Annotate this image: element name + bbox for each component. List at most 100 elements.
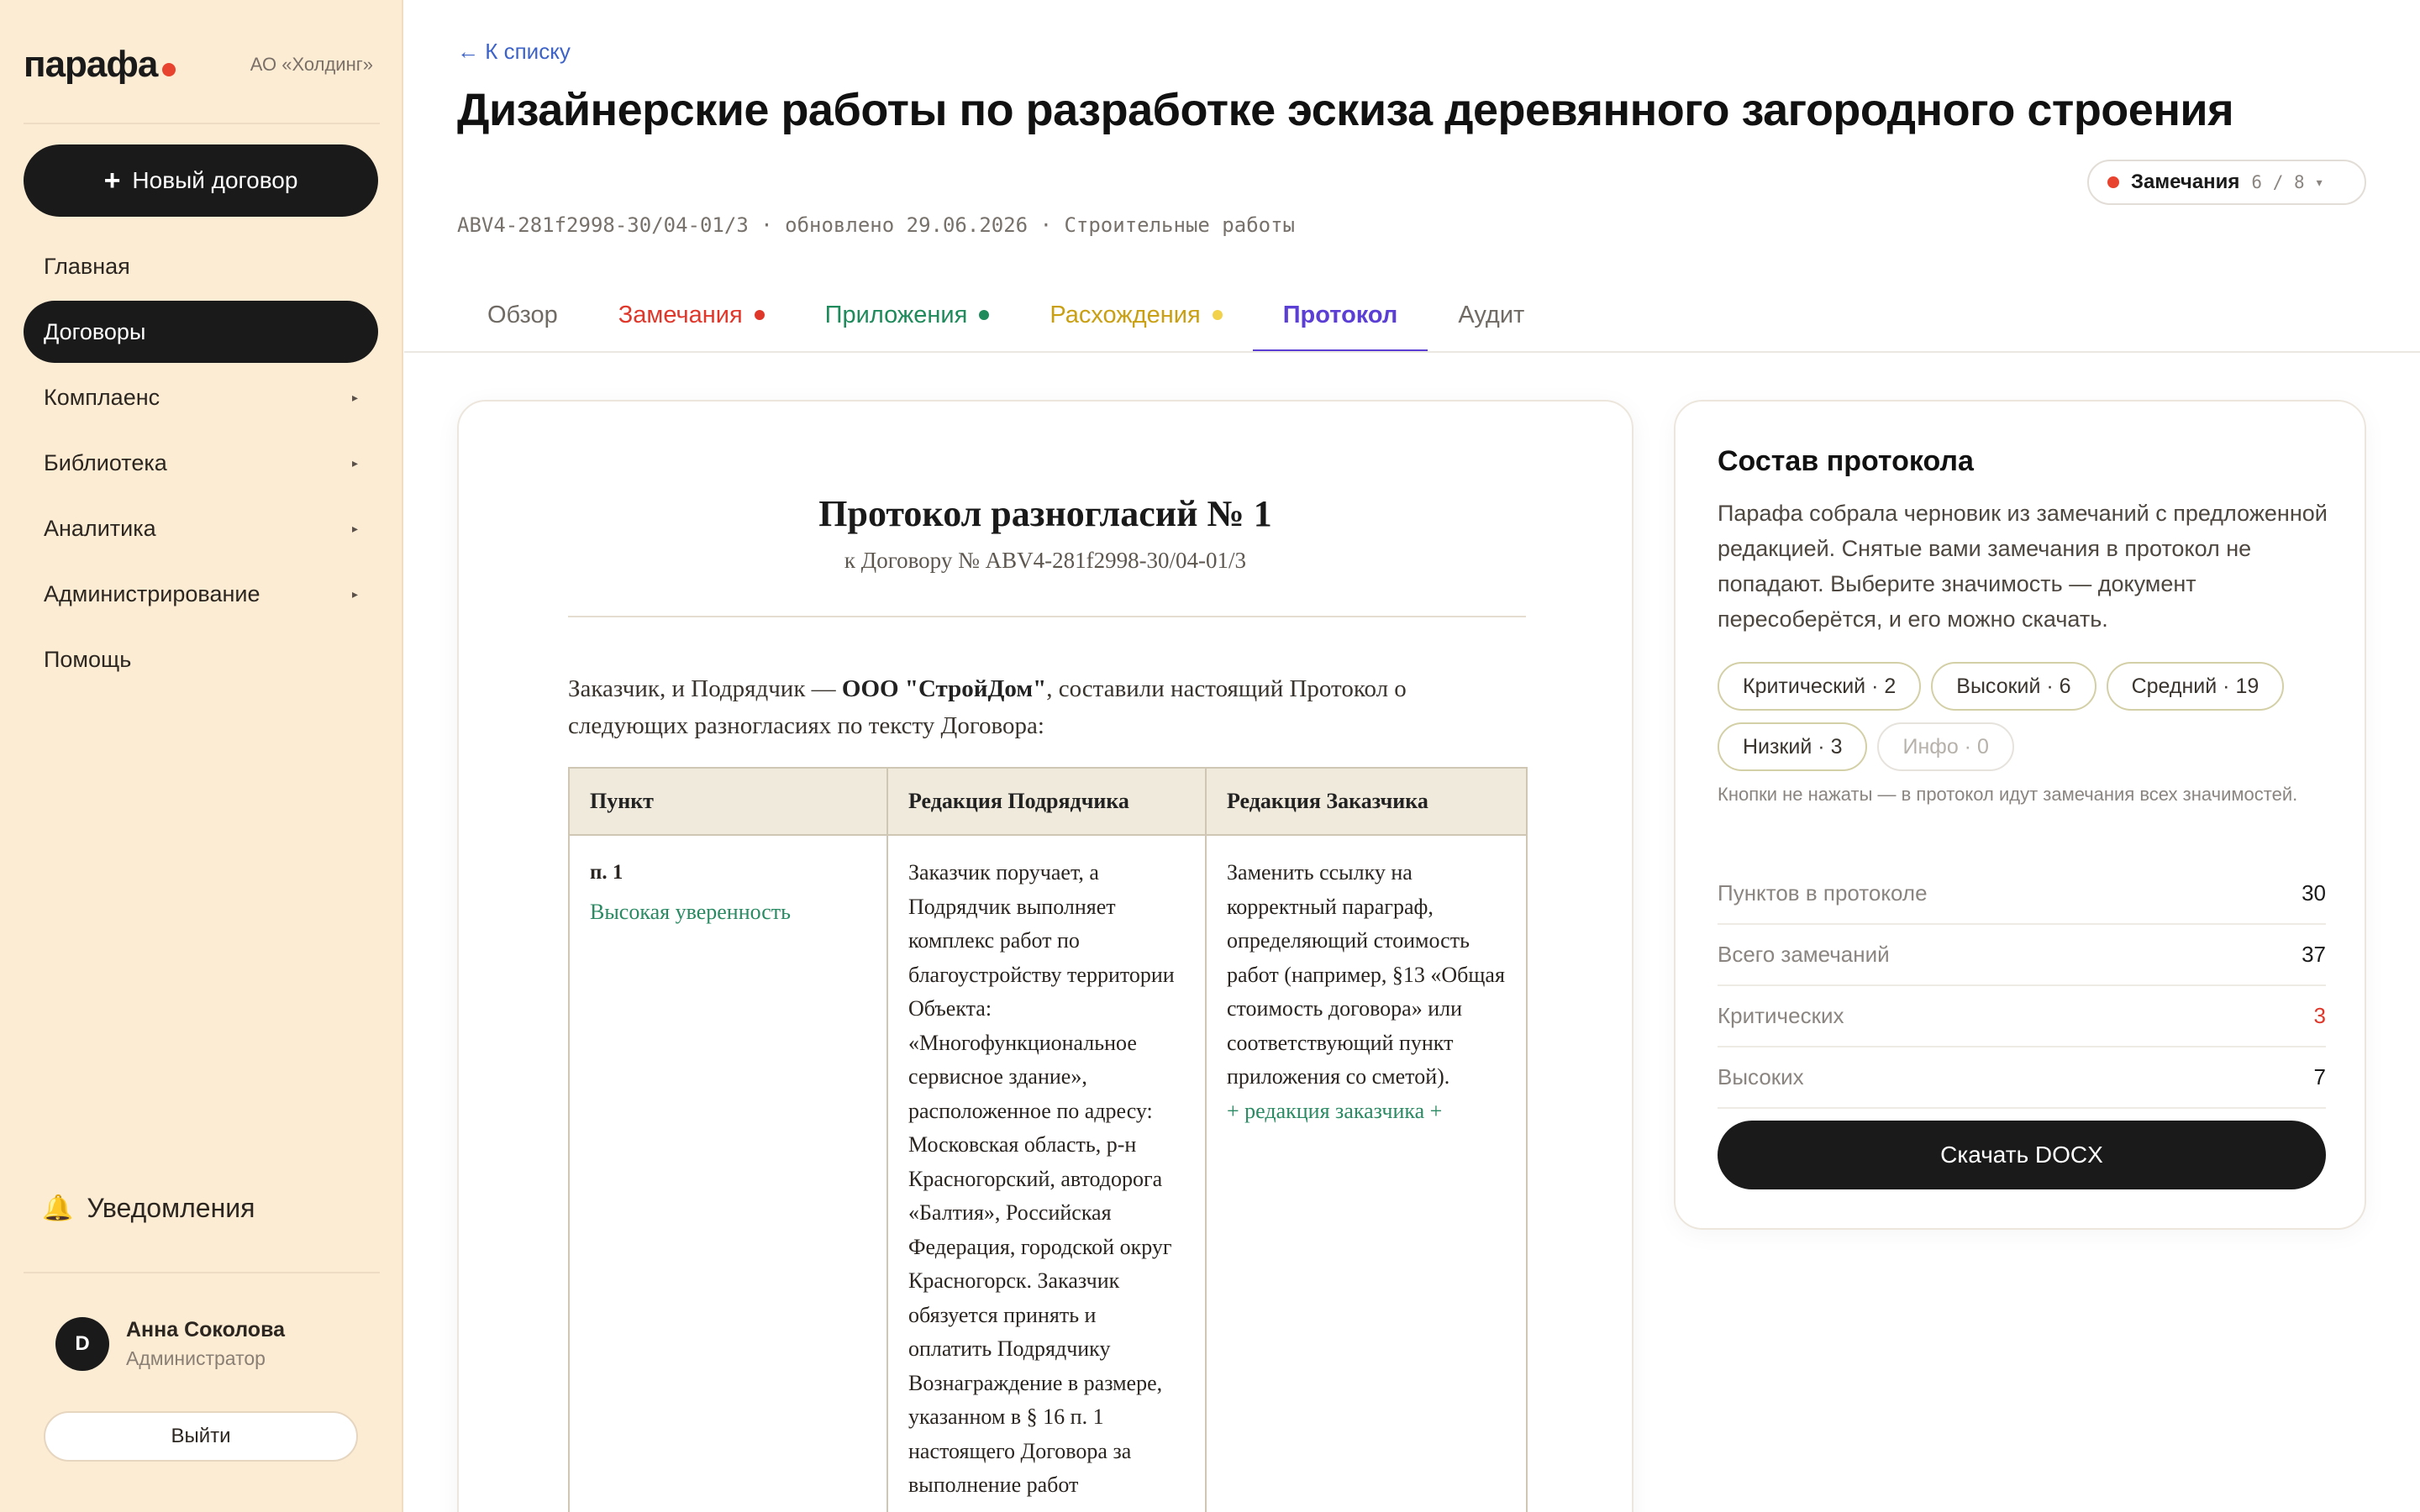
tab-attachments[interactable]: Приложения (795, 277, 1020, 353)
tab-bar: Обзор Замечания Приложения Расхождения П… (457, 277, 1555, 353)
notifications-link[interactable]: 🔔 Уведомления (42, 1193, 255, 1224)
table-header-row: Пункт Редакция Подрядчика Редакция Заказ… (568, 767, 1528, 836)
sidebar-item-label: Помощь (44, 646, 132, 672)
protocol-document: Протокол разногласий № 1 к Договору № AB… (457, 400, 1634, 1512)
chevron-right-icon: ▸ (351, 521, 358, 535)
sidebar-divider (24, 1272, 380, 1273)
tab-discrepancies[interactable]: Расхождения (1019, 277, 1252, 353)
status-dot-icon (979, 310, 990, 320)
contract-meta: ABV4-281f2998-30/04-01/3 · обновлено 29.… (457, 213, 1295, 237)
stat-label: Критических (1718, 1003, 1844, 1028)
stat-row: Критических 3 (1718, 986, 2326, 1047)
tab-label: Замечания (618, 301, 743, 328)
sidebar-divider (24, 123, 380, 124)
status-dot-icon (754, 310, 765, 320)
confidence-label: Высокая уверенность (590, 899, 792, 924)
new-contract-label: Новый договор (132, 167, 298, 193)
customer-text-cell: Заменить ссылку на корректный параграф, … (1205, 834, 1528, 1512)
logo[interactable]: парафа (24, 44, 176, 86)
sidebar-item-label: Договоры (44, 318, 146, 344)
sidebar-item-analytics[interactable]: Аналитика ▸ (24, 497, 378, 559)
tab-audit[interactable]: Аудит (1428, 277, 1555, 353)
intro-text: Заказчик, и Подрядчик — (568, 675, 842, 702)
document-title: Протокол разногласий № 1 (818, 493, 1272, 534)
table-row: п. 1 Высокая уверенность Заказчик поруча… (568, 834, 1528, 1512)
page-title: Дизайнерские работы по разработке эскиза… (457, 85, 2234, 135)
sidebar-item-label: Аналитика (44, 515, 156, 541)
chevron-down-icon: ▾ (2316, 175, 2323, 189)
tab-label: Аудит (1458, 301, 1525, 328)
stat-row: Высоких 7 (1718, 1047, 2326, 1109)
column-header: Редакция Заказчика (1205, 767, 1528, 836)
panel-title: Состав протокола (1718, 445, 1974, 477)
bell-icon: 🔔 (42, 1194, 74, 1222)
document-divider (568, 616, 1526, 617)
column-header: Редакция Подрядчика (886, 767, 1207, 836)
plus-icon: + (103, 164, 121, 197)
stat-value: 30 (2302, 880, 2326, 906)
document-intro: Заказчик, и Подрядчик — ООО "СтройДом", … (568, 670, 1526, 744)
tab-bar-divider (404, 351, 2420, 353)
tab-label: Расхождения (1050, 301, 1201, 328)
avatar: D (55, 1317, 109, 1371)
sidebar-item-label: Библиотека (44, 449, 167, 475)
remarks-dropdown-count: 6 / 8 (2251, 172, 2305, 192)
stat-row: Пунктов в протоколе 30 (1718, 864, 2326, 925)
severity-filter: Критический · 2 Высокий · 6 Средний · 19… (1718, 662, 2339, 771)
remarks-dropdown-label: Замечания (2131, 171, 2240, 193)
customer-addition: + редакция заказчика + (1227, 1098, 1443, 1123)
chip-low[interactable]: Низкий · 3 (1718, 722, 1868, 771)
logo-dot-icon (162, 63, 176, 76)
remarks-dropdown[interactable]: Замечания 6 / 8 ▾ (2087, 160, 2366, 205)
sidebar-item-label: Комплаенс (44, 384, 160, 410)
new-contract-button[interactable]: + Новый договор (24, 144, 378, 217)
status-dot-icon (2107, 176, 2119, 188)
chip-high[interactable]: Высокий · 6 (1931, 662, 2096, 711)
sidebar-item-home[interactable]: Главная (24, 235, 378, 297)
tab-overview[interactable]: Обзор (457, 277, 588, 353)
tab-protocol[interactable]: Протокол (1252, 277, 1428, 353)
sidebar-item-help[interactable]: Помощь (24, 628, 378, 690)
sidebar-item-label: Администрирование (44, 580, 260, 606)
tab-label: Протокол (1282, 301, 1398, 328)
logout-button[interactable]: Выйти (44, 1411, 358, 1462)
clause-cell: п. 1 Высокая уверенность (568, 834, 888, 1512)
stat-value: 37 (2302, 942, 2326, 967)
user-name: Анна Соколова (126, 1318, 286, 1341)
chevron-right-icon: ▸ (351, 455, 358, 470)
chip-medium[interactable]: Средний · 19 (2106, 662, 2285, 711)
customer-text: Заменить ссылку на корректный параграф, … (1227, 860, 1505, 1089)
user-profile: D Анна Соколова Администратор (55, 1317, 285, 1371)
sidebar-item-compliance[interactable]: Комплаенс ▸ (24, 366, 378, 428)
sidebar-nav: Главная Договоры Комплаенс ▸ Библиотека … (24, 235, 378, 694)
document-subtitle: к Договору № ABV4-281f2998-30/04-01/3 (844, 548, 1247, 573)
severity-filter-note: Кнопки не нажаты — в протокол идут замеч… (1718, 784, 2298, 805)
clause-number: п. 1 (590, 861, 623, 884)
tab-label: Обзор (487, 301, 558, 328)
organization-name: АО «Холдинг» (250, 54, 373, 75)
chip-critical[interactable]: Критический · 2 (1718, 662, 1922, 711)
sidebar-item-contracts[interactable]: Договоры (24, 301, 378, 363)
stat-row: Всего замечаний 37 (1718, 925, 2326, 986)
sidebar-item-administration[interactable]: Администрирование ▸ (24, 563, 378, 625)
contractor-text-cell: Заказчик поручает, а Подрядчик выполняет… (886, 834, 1207, 1512)
stat-value: 7 (2313, 1064, 2326, 1089)
tab-label: Приложения (824, 301, 968, 328)
panel-description: Парафа собрала черновик из замечаний с п… (1718, 501, 2328, 632)
download-docx-button[interactable]: Скачать DOCX (1718, 1121, 2326, 1189)
chevron-right-icon: ▸ (351, 586, 358, 601)
brand-row: парафа АО «Холдинг» (24, 44, 380, 86)
sidebar-item-label: Главная (44, 253, 130, 279)
sidebar-item-library[interactable]: Библиотека ▸ (24, 432, 378, 494)
logo-text: парафа (24, 44, 158, 85)
stat-value: 3 (2313, 1003, 2326, 1028)
back-to-list-link[interactable]: ← К списку (457, 39, 571, 65)
stat-label: Всего замечаний (1718, 942, 1890, 967)
chevron-right-icon: ▸ (351, 390, 358, 404)
user-role: Администратор (126, 1347, 266, 1369)
protocol-stats: Пунктов в протоколе 30 Всего замечаний 3… (1718, 864, 2326, 1109)
stat-label: Пунктов в протоколе (1718, 880, 1928, 906)
notifications-label: Уведомления (87, 1193, 255, 1223)
tab-remarks[interactable]: Замечания (588, 277, 795, 353)
chip-info[interactable]: Инфо · 0 (1877, 722, 2014, 771)
